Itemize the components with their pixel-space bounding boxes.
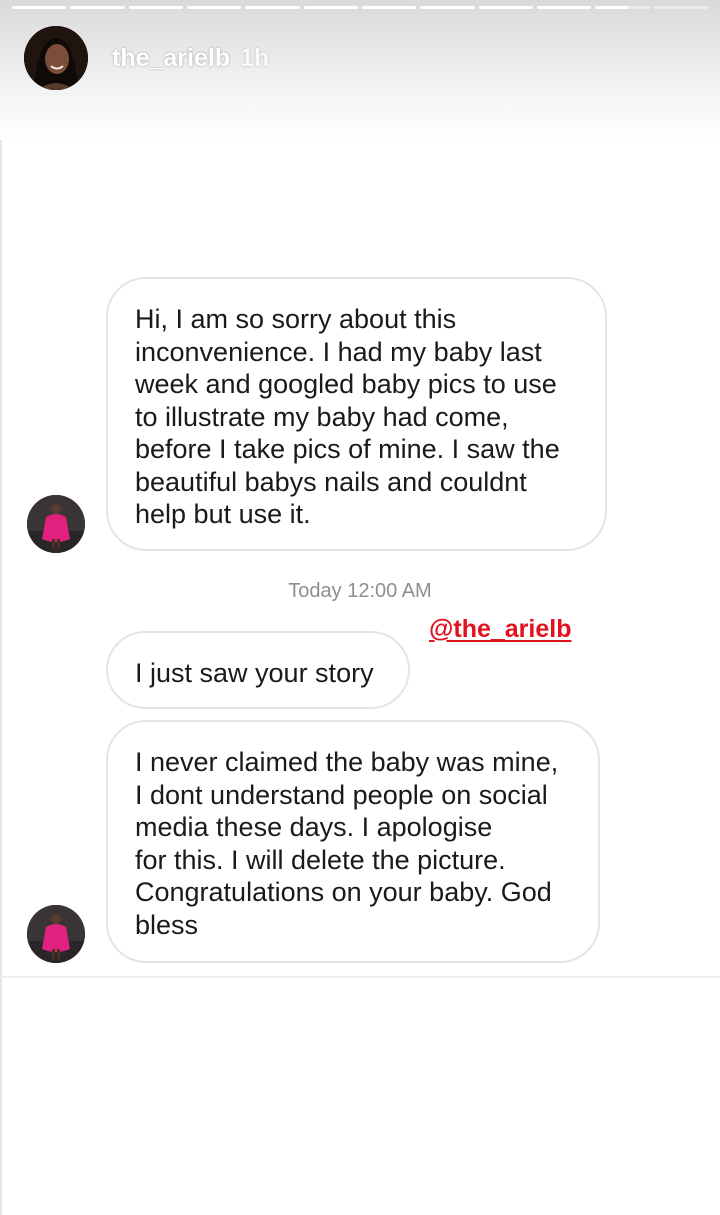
screen-edge <box>0 0 2 1215</box>
story-user-info: the_arielb 1h <box>112 44 269 73</box>
progress-segment <box>70 6 125 9</box>
sender-avatar[interactable] <box>27 905 85 963</box>
progress-segment <box>536 6 592 9</box>
message-bubble[interactable]: I never claimed the baby was mine, I don… <box>106 720 600 963</box>
progress-segment <box>361 6 417 9</box>
message-bubble[interactable]: Hi, I am so sorry about this inconvenien… <box>106 277 607 551</box>
progress-segment <box>186 6 242 9</box>
username[interactable]: the_arielb <box>112 44 230 73</box>
mention-sticker[interactable]: @the_arielb <box>429 615 571 644</box>
story-header-gradient <box>0 0 720 140</box>
progress-segment <box>245 6 300 9</box>
progress-segment <box>128 6 183 9</box>
progress-segment <box>478 6 533 9</box>
progress-segment <box>420 6 475 9</box>
progress-segment-current <box>595 6 650 9</box>
screenshot-divider <box>0 976 720 978</box>
story-progress-bar <box>12 6 708 9</box>
time-ago: 1h <box>240 44 270 72</box>
message-timestamp: Today 12:00 AM <box>288 580 432 602</box>
message-bubble[interactable]: I just saw your story <box>106 631 410 709</box>
sender-avatar[interactable] <box>27 495 85 553</box>
profile-avatar[interactable] <box>24 26 88 90</box>
progress-segment <box>303 6 358 9</box>
progress-segment <box>653 6 708 9</box>
progress-segment <box>12 6 67 9</box>
